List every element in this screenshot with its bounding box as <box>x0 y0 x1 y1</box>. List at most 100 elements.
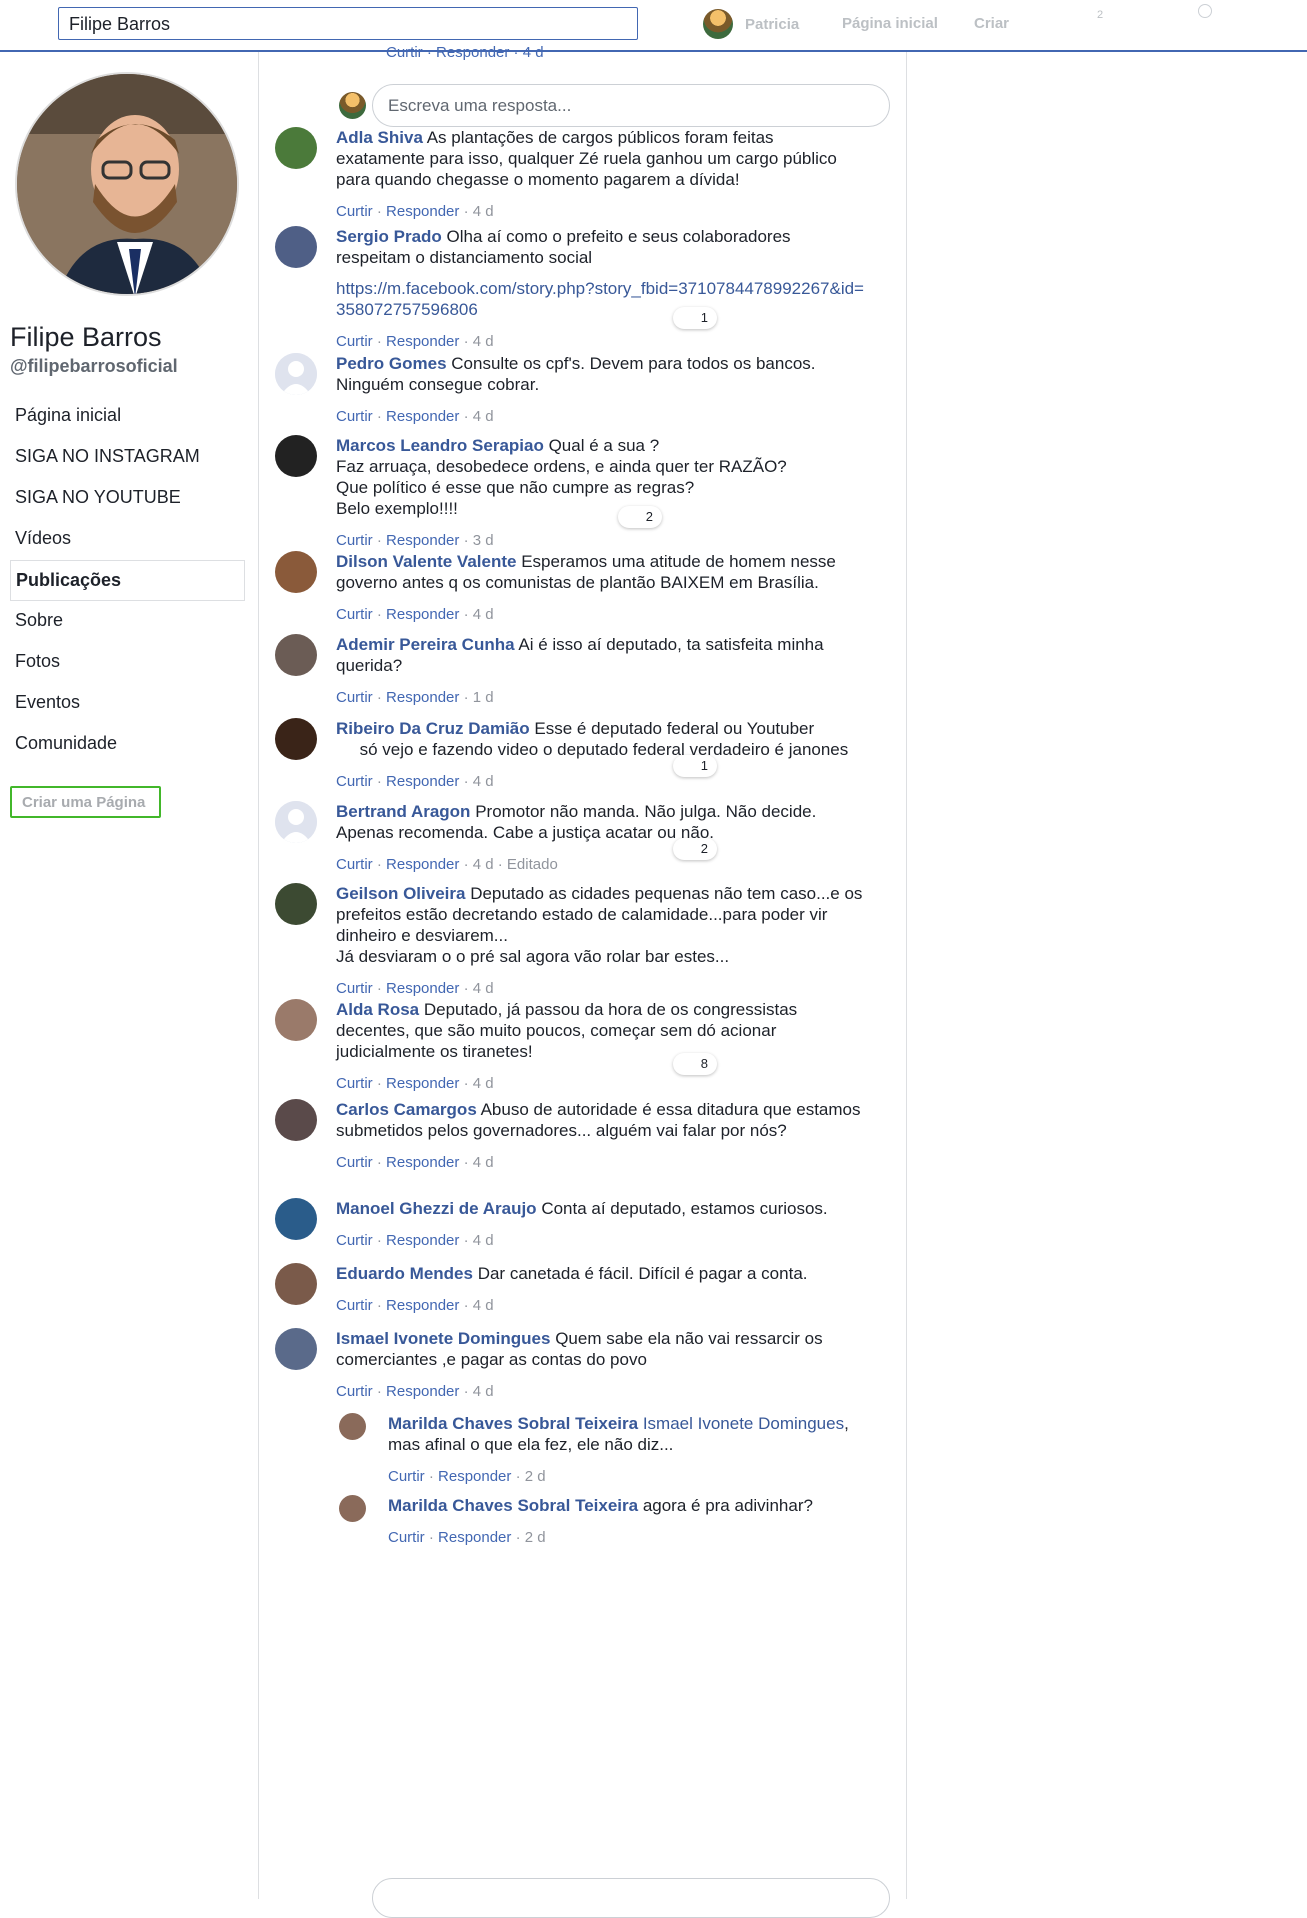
commenter-name[interactable]: Ademir Pereira Cunha <box>336 635 515 654</box>
like-link[interactable]: Curtir <box>336 1154 373 1171</box>
menu-item-photos[interactable]: Fotos <box>10 642 245 683</box>
reply-link[interactable]: Responder <box>386 980 459 997</box>
reply-link[interactable]: Responder <box>438 1529 511 1546</box>
nav-user-name[interactable]: Patricia <box>745 16 799 33</box>
menu-item-events[interactable]: Eventos <box>10 683 245 724</box>
reply-input-bottom[interactable] <box>372 1878 890 1918</box>
like-link[interactable]: Curtir <box>336 773 373 790</box>
page-menu: Página inicial SIGA NO INSTAGRAM SIGA NO… <box>10 396 245 765</box>
commenter-name[interactable]: Alda Rosa <box>336 1000 419 1019</box>
replier-avatar[interactable] <box>339 1495 366 1522</box>
commenter-avatar[interactable] <box>275 1263 317 1305</box>
commenter-avatar[interactable] <box>275 127 317 169</box>
replier-name[interactable]: Marilda Chaves Sobral Teixeira <box>388 1414 638 1433</box>
reply-link[interactable]: Responder <box>386 773 459 790</box>
like-link[interactable]: Curtir <box>388 1468 425 1485</box>
commenter-name[interactable]: Marcos Leandro Serapiao <box>336 436 544 455</box>
circle-icon[interactable] <box>1198 4 1212 18</box>
commenter-name[interactable]: Bertrand Aragon <box>336 802 470 821</box>
reply-link[interactable]: Responder <box>386 1154 459 1171</box>
menu-item-home[interactable]: Página inicial <box>10 396 245 437</box>
reply-link[interactable]: Responder <box>386 203 459 220</box>
commenter-name[interactable]: Manoel Ghezzi de Araujo <box>336 1199 537 1218</box>
like-link[interactable]: Curtir <box>336 980 373 997</box>
reply-link[interactable]: Responder <box>386 1232 459 1249</box>
commenter-avatar[interactable] <box>275 718 317 760</box>
like-link[interactable]: Curtir <box>336 408 373 425</box>
like-link[interactable]: Curtir <box>336 606 373 623</box>
mention-link[interactable]: Ismael Ivonete Domingues <box>643 1414 844 1433</box>
commenter-name[interactable]: Sergio Prado <box>336 227 442 246</box>
commenter-avatar[interactable] <box>275 883 317 925</box>
commenter-avatar[interactable] <box>275 1328 317 1370</box>
reply-link[interactable]: Responder <box>386 408 459 425</box>
commenter-avatar[interactable] <box>275 226 317 268</box>
like-link[interactable]: Curtir <box>336 333 373 350</box>
like-link[interactable]: Curtir <box>336 1297 373 1314</box>
search-input[interactable]: Filipe Barros <box>58 7 638 40</box>
comment-text: Manoel Ghezzi de Araujo Conta aí deputad… <box>336 1198 866 1219</box>
reply-input[interactable]: Escreva uma resposta... <box>372 84 890 127</box>
user-avatar[interactable] <box>703 9 733 39</box>
commenter-avatar[interactable] <box>275 435 317 477</box>
like-link[interactable]: Curtir <box>388 1529 425 1546</box>
profile-picture[interactable] <box>15 72 239 296</box>
comment-actions: Curtir · Responder · 4 d <box>336 203 494 220</box>
reaction-count[interactable]: 1 <box>673 307 717 329</box>
comment-actions: Curtir · Responder · 4 d <box>336 980 494 997</box>
comment-time: · 4 d · Editado <box>459 856 558 873</box>
like-link[interactable]: Curtir <box>336 856 373 873</box>
nav-create-link[interactable]: Criar <box>974 15 1009 32</box>
commenter-name[interactable]: Pedro Gomes <box>336 354 447 373</box>
commenter-name[interactable]: Adla Shiva <box>336 128 423 147</box>
commenter-avatar[interactable] <box>275 999 317 1041</box>
reply-link[interactable]: Responder <box>386 1075 459 1092</box>
commenter-avatar[interactable] <box>275 353 317 395</box>
reaction-count[interactable]: 1 <box>673 755 717 777</box>
create-page-button[interactable]: Criar uma Página <box>10 786 161 818</box>
like-link[interactable]: Curtir <box>336 1075 373 1092</box>
replier-name[interactable]: Marilda Chaves Sobral Teixeira <box>388 1496 638 1515</box>
reply-link[interactable]: Responder <box>386 856 459 873</box>
like-link[interactable]: Curtir <box>336 1232 373 1249</box>
commenter-name[interactable]: Eduardo Mendes <box>336 1264 473 1283</box>
commenter-name[interactable]: Carlos Camargos <box>336 1100 477 1119</box>
commenter-avatar[interactable] <box>275 1099 317 1141</box>
nav-home-link[interactable]: Página inicial <box>842 15 938 32</box>
commenter-name[interactable]: Geilson Oliveira <box>336 884 465 903</box>
reply-link[interactable]: Responder <box>386 606 459 623</box>
commenter-avatar[interactable] <box>275 551 317 593</box>
menu-item-about[interactable]: Sobre <box>10 601 245 642</box>
commenter-avatar[interactable] <box>275 1198 317 1240</box>
notification-badge[interactable]: 2 <box>1097 9 1103 21</box>
commenter-name[interactable]: Dilson Valente Valente <box>336 552 516 571</box>
previous-comment-actions[interactable]: Curtir · Responder · 4 d <box>386 44 544 61</box>
comment-time: · 2 d <box>511 1468 546 1485</box>
like-link[interactable]: Curtir <box>336 689 373 706</box>
menu-item-posts[interactable]: Publicações <box>10 560 245 601</box>
reply-link[interactable]: Responder <box>438 1468 511 1485</box>
menu-item-videos[interactable]: Vídeos <box>10 519 245 560</box>
like-link[interactable]: Curtir <box>336 532 373 549</box>
reaction-count[interactable]: 2 <box>673 838 717 860</box>
replier-avatar[interactable] <box>339 1413 366 1440</box>
commenter-name[interactable]: Ismael Ivonete Domingues <box>336 1329 550 1348</box>
like-link[interactable]: Curtir <box>336 1383 373 1400</box>
commenter-avatar[interactable] <box>275 634 317 676</box>
reply-link[interactable]: Responder <box>386 1383 459 1400</box>
reply-link[interactable]: Responder <box>386 689 459 706</box>
comment-message: Dar canetada é fácil. Difícil é pagar a … <box>477 1264 808 1283</box>
menu-item-instagram[interactable]: SIGA NO INSTAGRAM <box>10 437 245 478</box>
reply-link[interactable]: Responder <box>386 1297 459 1314</box>
reply-link[interactable]: Responder <box>386 532 459 549</box>
like-link[interactable]: Curtir <box>336 203 373 220</box>
comment-link[interactable]: https://m.facebook.com/story.php?story_f… <box>336 278 866 320</box>
menu-item-community[interactable]: Comunidade <box>10 724 245 765</box>
reaction-count[interactable]: 2 <box>618 506 662 528</box>
reply-link[interactable]: Responder <box>386 333 459 350</box>
commenter-avatar[interactable] <box>275 801 317 843</box>
commenter-name[interactable]: Ribeiro Da Cruz Damião <box>336 719 530 738</box>
menu-item-youtube[interactable]: SIGA NO YOUTUBE <box>10 478 245 519</box>
nav-user-link[interactable]: Patricia <box>703 9 799 39</box>
reaction-count[interactable]: 8 <box>673 1053 717 1075</box>
